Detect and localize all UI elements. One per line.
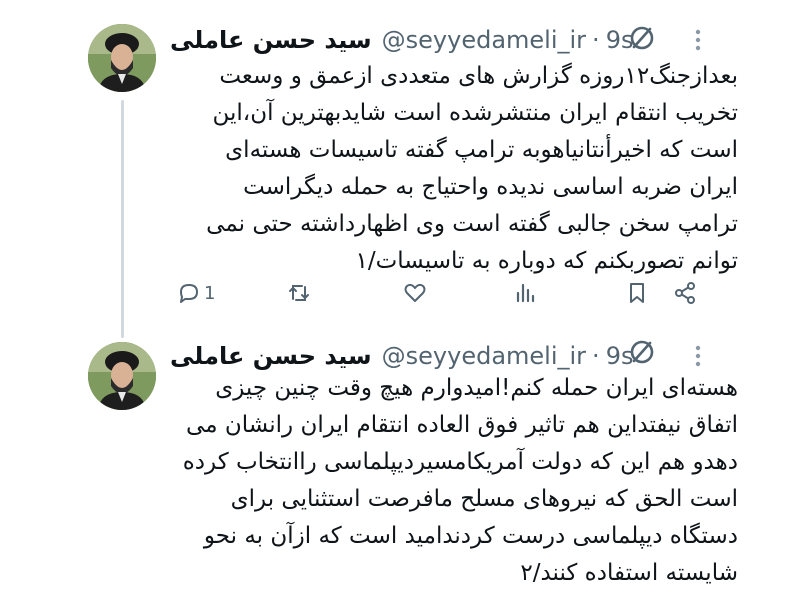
avatar[interactable] xyxy=(88,24,156,92)
tweet-header: سید حسن عاملی @seyyedameli_ir · 9s xyxy=(170,22,633,58)
separator-dot: · xyxy=(592,342,600,370)
share-icon xyxy=(675,282,695,304)
avatar-image xyxy=(88,342,156,410)
tweet-text: بعدازجنگ۱۲روزه گزارش های متعددی ازعمق و … xyxy=(182,58,738,280)
retweet-icon xyxy=(289,285,309,301)
reply-button[interactable]: 1 xyxy=(176,276,215,310)
tweet-text-line: دستگاه دیپلماسی درست کردندامید است که از… xyxy=(203,523,738,549)
tweet[interactable]: سید حسن عاملی @seyyedameli_ir · 9s هسته‌… xyxy=(0,330,800,600)
bookmark-button[interactable] xyxy=(624,276,650,310)
tweet-text: هسته‌ای ایران حمله کنم!امیدوارم هیچ وقت … xyxy=(182,370,738,592)
bookmark-icon xyxy=(630,283,644,303)
display-name[interactable]: سید حسن عاملی xyxy=(170,342,372,370)
user-handle[interactable]: @seyyedameli_ir xyxy=(382,342,586,370)
views-icon xyxy=(516,283,535,303)
avatar-image xyxy=(88,24,156,92)
tweet-text-line: شایسته استفاده کنند/۲ xyxy=(520,560,738,586)
reply-icon xyxy=(180,284,198,303)
tweet-text-line: است که اخیرأنتانیاهوبه ترامپ گفته تاسیسا… xyxy=(225,137,738,163)
display-name[interactable]: سید حسن عاملی xyxy=(170,26,372,54)
tweet-header: سید حسن عاملی @seyyedameli_ir · 9s xyxy=(170,338,633,374)
tweet-actions-bar: 1 xyxy=(172,276,712,310)
tweet-text-line: دهدو هم این که دولت آمریکامسیردیپلماسی ر… xyxy=(182,449,738,475)
more-options-icon[interactable] xyxy=(690,342,706,370)
tweet-thread: سید حسن عاملی @seyyedameli_ir · 9s بعداز… xyxy=(0,0,800,600)
verified-badge-icon xyxy=(628,338,656,366)
tweet-text-line: بعدازجنگ۱۲روزه گزارش های متعددی ازعمق و … xyxy=(219,63,738,89)
tweet-text-line: تخریب انتقام ایران منتشرشده است شایدبهتر… xyxy=(212,100,738,126)
tweet[interactable]: سید حسن عاملی @seyyedameli_ir · 9s بعداز… xyxy=(0,0,800,330)
tweet-text-line: اتفاق نیفتداین هم تاثیر فوق العاده انتقا… xyxy=(186,412,738,438)
tweet-text-line: توانم تصوربکنم که دوباره به تاسیسات/۱ xyxy=(355,248,738,274)
tweet-text-line: است الحق که نیروهای مسلح مافرصت استثنایی… xyxy=(230,486,738,512)
separator-dot: · xyxy=(592,26,600,54)
user-handle[interactable]: @seyyedameli_ir xyxy=(382,26,586,54)
tweet-text-line: هسته‌ای ایران حمله کنم!امیدوارم هیچ وقت … xyxy=(215,375,738,401)
avatar[interactable] xyxy=(88,342,156,410)
views-button[interactable] xyxy=(512,276,538,310)
like-button[interactable] xyxy=(402,276,428,310)
verified-badge-icon xyxy=(628,24,656,52)
more-options-icon[interactable] xyxy=(690,26,706,54)
tweet-text-line: ایران ضربه اساسی ندیده واحتیاج به حمله د… xyxy=(243,174,738,200)
retweet-button[interactable] xyxy=(286,276,312,310)
reply-count: 1 xyxy=(204,282,216,304)
share-button[interactable] xyxy=(672,276,698,310)
like-icon xyxy=(404,283,426,302)
tweet-text-line: ترامپ سخن جالبی گفته است وی اظهارداشته ح… xyxy=(206,211,738,237)
